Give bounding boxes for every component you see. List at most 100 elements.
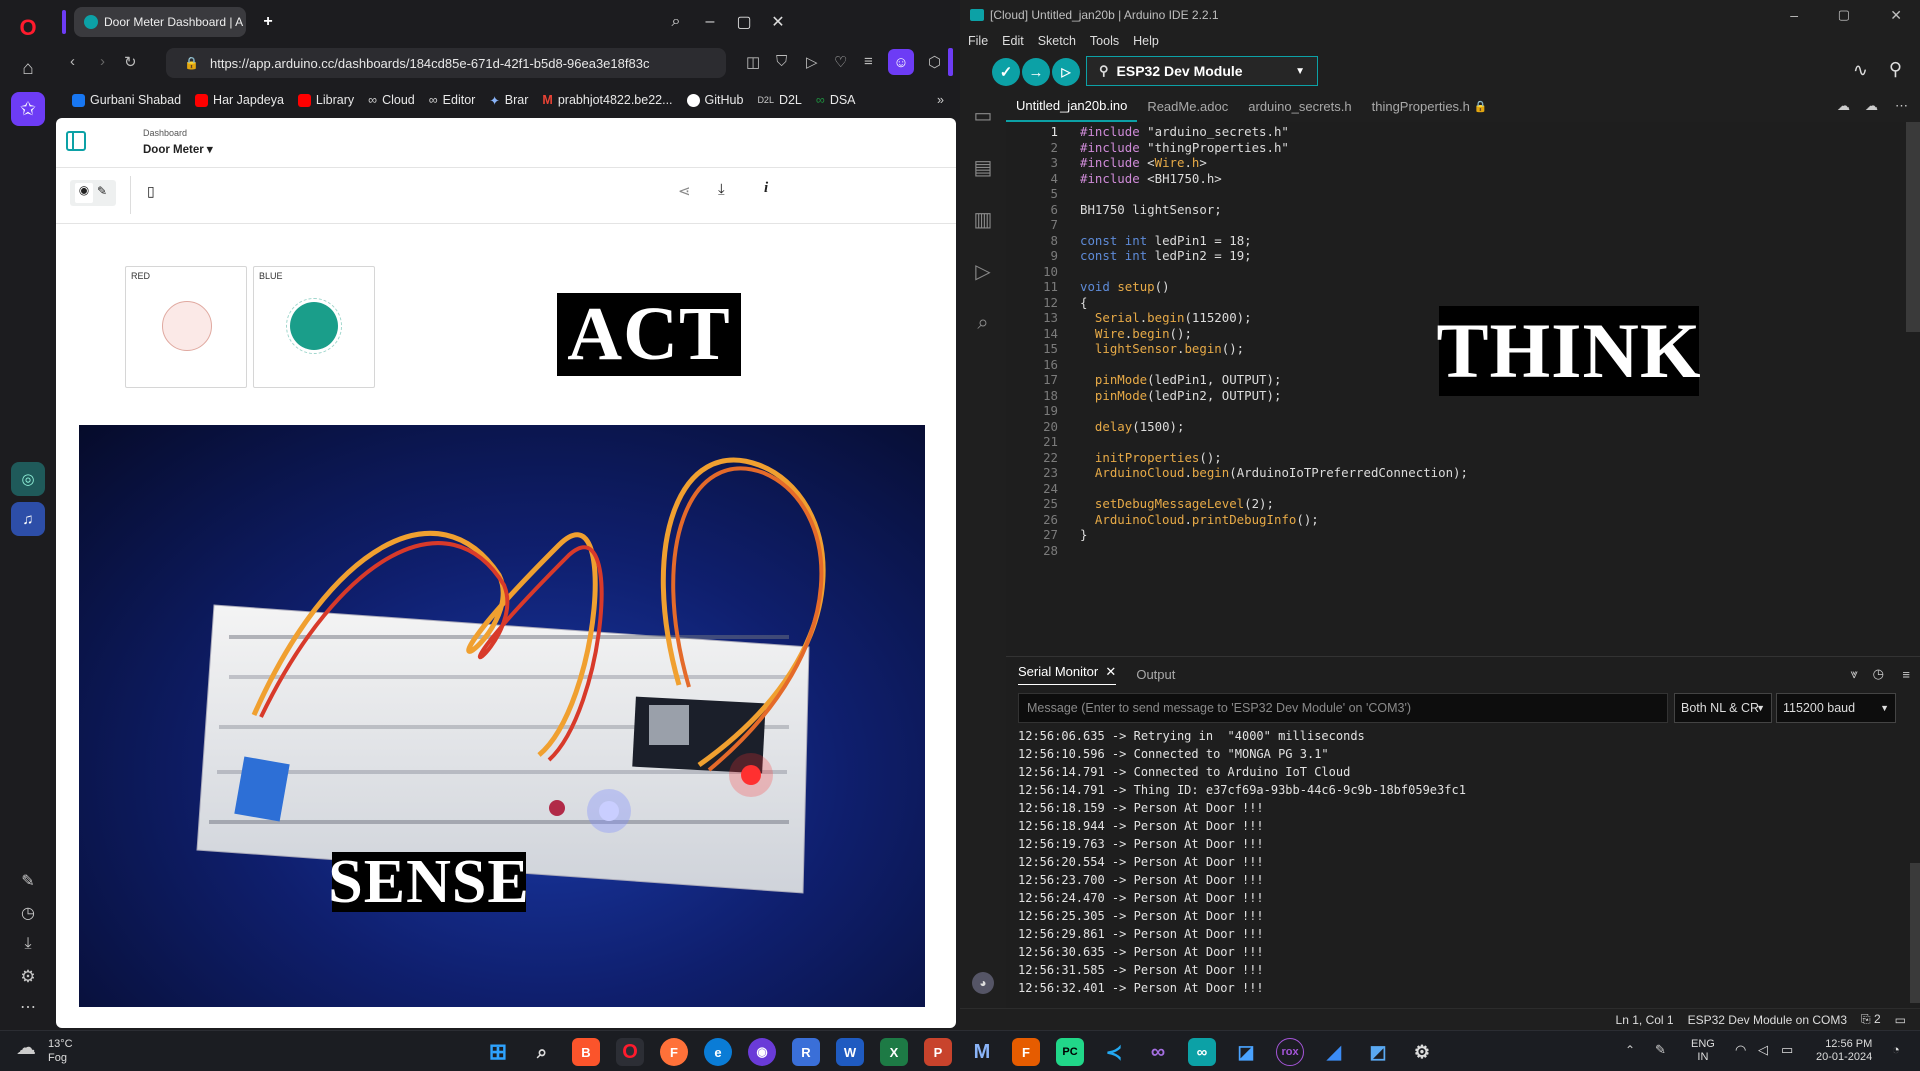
chatgpt-icon[interactable]: ◎ (11, 462, 45, 496)
bookmark-item[interactable]: GitHub (686, 93, 743, 107)
boards-manager-icon[interactable]: ▤ (970, 154, 996, 180)
forward-icon[interactable]: › (100, 53, 105, 70)
tab-thing-properties[interactable]: thingProperties.h 🔒 (1362, 90, 1498, 122)
tor-icon[interactable]: ◉ (748, 1038, 776, 1066)
sidebar-toggle-icon[interactable] (66, 131, 86, 151)
start-icon[interactable]: ⊞ (484, 1038, 512, 1066)
home-icon[interactable]: ⌂ (11, 52, 45, 86)
wifi-icon[interactable]: ◠ (1735, 1042, 1746, 1058)
serial-monitor-tab[interactable]: Serial Monitor ✕ (1018, 664, 1117, 685)
output-tab[interactable]: Output (1136, 667, 1175, 682)
profile-icon[interactable]: ☺ (888, 49, 914, 75)
library-manager-icon[interactable]: ▥ (970, 206, 996, 232)
bookmark-item[interactable]: Har Japdeya (195, 93, 284, 107)
baud-rate-select[interactable]: 115200 baud ▼ (1776, 693, 1896, 723)
bookmark-item[interactable]: ✦ Brar (489, 93, 528, 108)
edit-icon[interactable]: ✎ (11, 864, 45, 898)
excel-icon[interactable]: X (880, 1038, 908, 1066)
line-ending-select[interactable]: Both NL & CR ▼ (1674, 693, 1772, 723)
eye-icon[interactable]: ◉ (75, 183, 93, 203)
debug-icon[interactable]: ▷ (970, 258, 996, 284)
bookmark-item[interactable]: ∞ DSA (816, 93, 856, 107)
clock[interactable]: 12:56 PM 20-01-2024 (1816, 1038, 1872, 1064)
bookmark-item[interactable]: ∞ Cloud (368, 93, 415, 107)
word-icon[interactable]: W (836, 1038, 864, 1066)
board-port-status[interactable]: ESP32 Dev Module on COM3 (1688, 1013, 1847, 1027)
maximize-button[interactable]: ▢ (1838, 7, 1850, 23)
pinboard-icon[interactable]: ✩ (11, 92, 45, 126)
paint-icon[interactable]: ◩ (1364, 1038, 1392, 1066)
download-icon[interactable]: ⤓ (11, 927, 45, 961)
verify-button[interactable]: ✓ (992, 58, 1020, 86)
search-icon[interactable]: ⌕ (970, 310, 996, 336)
autoscroll-icon[interactable]: ⩔ (1851, 666, 1858, 682)
menu-help[interactable]: Help (1133, 34, 1159, 48)
shield-icon[interactable]: ⛉ (776, 53, 787, 70)
reload-icon[interactable]: ↻ (124, 53, 137, 71)
weather-widget[interactable]: ☁ 13°C Fog (16, 1037, 73, 1065)
serial-scrollbar[interactable] (1910, 863, 1920, 1003)
bookmark-item[interactable]: D2L D2L (757, 93, 801, 107)
menu-edit[interactable]: Edit (1002, 34, 1024, 48)
debug-button[interactable]: ▷ (1052, 58, 1080, 86)
opera-logo-icon[interactable]: O (11, 11, 45, 45)
breadcrumb[interactable]: Dashboard (143, 128, 187, 138)
clear-output-icon[interactable]: ≡ (1902, 667, 1910, 682)
opera-icon[interactable]: O (616, 1038, 644, 1066)
download-icon[interactable]: ⤓ (718, 181, 725, 198)
pen-icon[interactable]: ✎ (1655, 1042, 1666, 1058)
cursor-position[interactable]: Ln 1, Col 1 (1616, 1013, 1674, 1027)
vscode-icon[interactable]: ≺ (1100, 1038, 1128, 1066)
volume-icon[interactable]: ◁ (1758, 1042, 1768, 1058)
more-icon[interactable]: ⋯ (11, 990, 45, 1024)
avatar[interactable]: ◕ (972, 972, 994, 994)
back-icon[interactable]: ‹ (70, 53, 75, 70)
led-widget-blue[interactable]: BLUE (253, 266, 375, 388)
upload-button[interactable]: → (1022, 58, 1050, 86)
brave-icon[interactable]: B (572, 1038, 600, 1066)
more-bookmarks-icon[interactable]: » (937, 93, 944, 107)
settings-icon[interactable]: ⚙ (11, 960, 45, 994)
chevron-up-icon[interactable]: ⌃ (1625, 1043, 1635, 1057)
cloud-pull-icon[interactable]: ☁ (1837, 98, 1850, 114)
menu-sketch[interactable]: Sketch (1038, 34, 1076, 48)
bookmark-item[interactable]: ∞ Editor (429, 93, 476, 107)
play-icon[interactable]: ▷ (806, 53, 818, 71)
maximize-button[interactable]: ▢ (730, 8, 758, 36)
notifications-icon[interactable]: ◔ (1892, 1042, 1900, 1057)
editor-scrollbar[interactable] (1906, 122, 1920, 332)
language-indicator[interactable]: ENG IN (1691, 1038, 1715, 1064)
firefox-icon[interactable]: F (660, 1038, 688, 1066)
menu-file[interactable]: File (968, 34, 988, 48)
folder-icon[interactable]: ▭ (970, 102, 996, 128)
bookmark-item[interactable]: Mprabhjot4822.be22... (542, 93, 672, 107)
history-icon[interactable]: ◷ (11, 896, 45, 930)
music-icon[interactable]: ♫ (11, 502, 45, 536)
serial-monitor-icon[interactable]: ⚲ (1889, 59, 1902, 80)
tab-readme[interactable]: ReadMe.adoc (1137, 90, 1238, 122)
menu-tools[interactable]: Tools (1090, 34, 1119, 48)
led-widget-red[interactable]: RED (125, 266, 247, 388)
visual-studio-icon[interactable]: ∞ (1144, 1038, 1172, 1066)
url-field[interactable]: 🔒 https://app.arduino.cc/dashboards/184c… (166, 48, 726, 78)
share-icon[interactable]: ⋖ (678, 182, 691, 200)
pencil-icon[interactable]: ✎ (97, 184, 107, 198)
settings-icon[interactable]: ⚙ (1408, 1038, 1436, 1066)
view-edit-toggle[interactable]: ◉ ✎ (70, 180, 116, 206)
serial-plotter-icon[interactable]: ∿ (1853, 60, 1868, 81)
rox-icon[interactable]: rox (1276, 1038, 1304, 1066)
snapshot-icon[interactable]: ◫ (746, 53, 760, 71)
close-window-button[interactable]: ✕ (764, 8, 792, 36)
arduino-icon[interactable]: ∞ (1188, 1038, 1216, 1066)
fusion-icon[interactable]: F (1012, 1038, 1040, 1066)
pycharm-icon[interactable]: PC (1056, 1038, 1084, 1066)
search-icon[interactable]: ⌕ (528, 1038, 556, 1066)
matlab-icon[interactable]: M (968, 1038, 996, 1066)
toggle-panel-icon[interactable]: ▭ (1895, 1013, 1906, 1027)
board-selector[interactable]: ⚲ ESP32 Dev Module ▼ (1086, 56, 1318, 86)
bookmark-item[interactable]: Gurbani Shabad (72, 93, 181, 107)
powerpoint-icon[interactable]: P (924, 1038, 952, 1066)
extensions-icon[interactable]: ⬡ (928, 53, 941, 71)
new-tab-button[interactable]: + (254, 8, 282, 36)
heart-icon[interactable]: ♡ (834, 53, 847, 71)
